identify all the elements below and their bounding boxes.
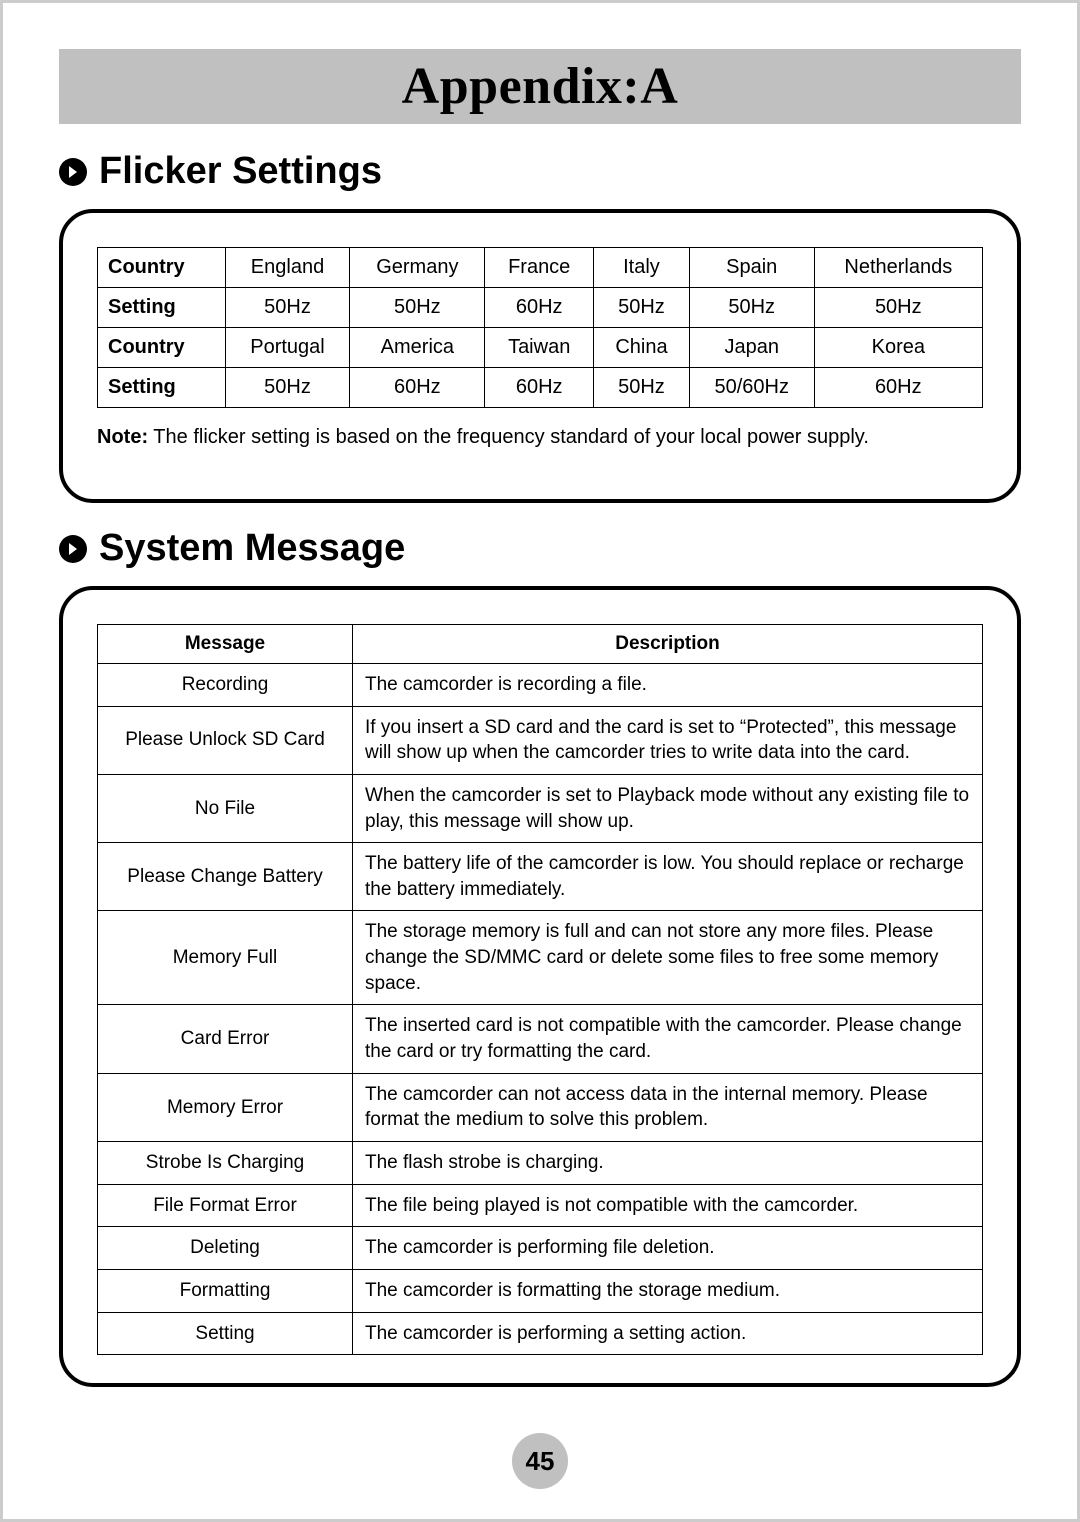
table-row: Please Change BatteryThe battery life of… (98, 843, 983, 911)
cell: 50Hz (350, 288, 485, 328)
flicker-heading-text: Flicker Settings (99, 150, 382, 193)
table-row: Country England Germany France Italy Spa… (98, 248, 983, 288)
row-label-country: Country (98, 328, 226, 368)
table-row: File Format ErrorThe file being played i… (98, 1184, 983, 1227)
table-row: Setting 50Hz 60Hz 60Hz 50Hz 50/60Hz 60Hz (98, 368, 983, 408)
flicker-note: Note: The flicker setting is based on th… (97, 424, 983, 451)
flicker-box: Country England Germany France Italy Spa… (59, 209, 1021, 503)
table-row: SettingThe camcorder is performing a set… (98, 1312, 983, 1355)
page-number: 45 (512, 1433, 568, 1489)
description-cell: The flash strobe is charging. (353, 1141, 983, 1184)
description-cell: The battery life of the camcorder is low… (353, 843, 983, 911)
cell: Portugal (225, 328, 350, 368)
cell: 50Hz (225, 368, 350, 408)
row-label-setting: Setting (98, 288, 226, 328)
table-row: Country Portugal America Taiwan China Ja… (98, 328, 983, 368)
header-description: Description (353, 625, 983, 664)
table-row: Memory ErrorThe camcorder can not access… (98, 1073, 983, 1141)
table-row: DeletingThe camcorder is performing file… (98, 1227, 983, 1270)
cell: Spain (689, 248, 814, 288)
message-cell: No File (98, 774, 353, 842)
cell: Germany (350, 248, 485, 288)
title-band: Appendix:A (59, 49, 1021, 124)
description-cell: The inserted card is not compatible with… (353, 1005, 983, 1073)
cell: 50Hz (689, 288, 814, 328)
message-cell: Memory Error (98, 1073, 353, 1141)
cell: 60Hz (350, 368, 485, 408)
cell: England (225, 248, 350, 288)
message-cell: Formatting (98, 1269, 353, 1312)
message-cell: Recording (98, 664, 353, 707)
flicker-table: Country England Germany France Italy Spa… (97, 247, 983, 408)
page-number-wrap: 45 (3, 1433, 1077, 1489)
cell: 50Hz (594, 368, 690, 408)
arrow-right-circle-icon (59, 535, 87, 563)
description-cell: The camcorder is formatting the storage … (353, 1269, 983, 1312)
row-label-country: Country (98, 248, 226, 288)
message-cell: Please Change Battery (98, 843, 353, 911)
message-cell: Strobe Is Charging (98, 1141, 353, 1184)
cell: Netherlands (814, 248, 982, 288)
message-cell: Setting (98, 1312, 353, 1355)
table-row: Card ErrorThe inserted card is not compa… (98, 1005, 983, 1073)
cell: Japan (689, 328, 814, 368)
cell: 60Hz (485, 288, 594, 328)
system-message-box: Message Description RecordingThe camcord… (59, 586, 1021, 1387)
cell: Taiwan (485, 328, 594, 368)
cell: France (485, 248, 594, 288)
cell: 50/60Hz (689, 368, 814, 408)
table-row: Strobe Is ChargingThe flash strobe is ch… (98, 1141, 983, 1184)
table-header-row: Message Description (98, 625, 983, 664)
description-cell: The file being played is not compatible … (353, 1184, 983, 1227)
cell: Italy (594, 248, 690, 288)
cell: 50Hz (594, 288, 690, 328)
description-cell: The camcorder is recording a file. (353, 664, 983, 707)
description-cell: The camcorder can not access data in the… (353, 1073, 983, 1141)
table-row: Please Unlock SD CardIf you insert a SD … (98, 706, 983, 774)
cell: 50Hz (225, 288, 350, 328)
table-row: No FileWhen the camcorder is set to Play… (98, 774, 983, 842)
description-cell: The storage memory is full and can not s… (353, 911, 983, 1005)
section-heading-flicker: Flicker Settings (59, 150, 1021, 193)
message-cell: Deleting (98, 1227, 353, 1270)
description-cell: The camcorder is performing a setting ac… (353, 1312, 983, 1355)
cell: 60Hz (814, 368, 982, 408)
note-label: Note: (97, 426, 148, 448)
description-cell: When the camcorder is set to Playback mo… (353, 774, 983, 842)
message-cell: File Format Error (98, 1184, 353, 1227)
description-cell: If you insert a SD card and the card is … (353, 706, 983, 774)
message-cell: Please Unlock SD Card (98, 706, 353, 774)
table-row: Setting 50Hz 50Hz 60Hz 50Hz 50Hz 50Hz (98, 288, 983, 328)
description-cell: The camcorder is performing file deletio… (353, 1227, 983, 1270)
section-heading-system-message: System Message (59, 527, 1021, 570)
header-message: Message (98, 625, 353, 664)
system-message-table: Message Description RecordingThe camcord… (97, 624, 983, 1355)
cell: China (594, 328, 690, 368)
message-cell: Card Error (98, 1005, 353, 1073)
row-label-setting: Setting (98, 368, 226, 408)
cell: Korea (814, 328, 982, 368)
message-cell: Memory Full (98, 911, 353, 1005)
page: Appendix:A Flicker Settings Country Engl… (0, 0, 1080, 1522)
note-text: The flicker setting is based on the freq… (148, 426, 869, 448)
arrow-right-circle-icon (59, 158, 87, 186)
table-row: FormattingThe camcorder is formatting th… (98, 1269, 983, 1312)
system-message-heading-text: System Message (99, 527, 405, 570)
cell: America (350, 328, 485, 368)
cell: 50Hz (814, 288, 982, 328)
table-row: Memory FullThe storage memory is full an… (98, 911, 983, 1005)
cell: 60Hz (485, 368, 594, 408)
page-title: Appendix:A (59, 57, 1021, 116)
table-row: RecordingThe camcorder is recording a fi… (98, 664, 983, 707)
